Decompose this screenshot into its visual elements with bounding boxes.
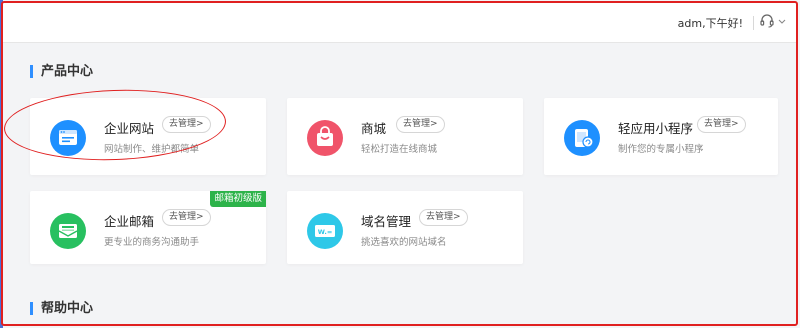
product-desc: 制作您的专属小程序: [618, 144, 704, 155]
product-card-mail[interactable]: 邮箱初级版 企业邮箱 去管理> 更专业的商务沟通助手: [30, 191, 266, 264]
manage-button[interactable]: 去管理>: [419, 209, 468, 226]
mini-program-icon: [564, 120, 600, 156]
product-desc: 网站制作、维护都简单: [104, 144, 200, 155]
manage-button[interactable]: 去管理>: [162, 116, 211, 133]
product-card-mini-program[interactable]: 轻应用小程序 去管理> 制作您的专属小程序: [544, 98, 778, 175]
section-title-products: 产品中心: [30, 65, 93, 78]
product-desc: 轻松打造在线商城: [361, 144, 438, 155]
chevron-down-icon[interactable]: [777, 13, 787, 29]
headset-icon[interactable]: [759, 13, 775, 29]
edition-badge: 邮箱初级版: [210, 191, 266, 207]
product-name: 域名管理: [361, 214, 412, 229]
top-bar: adm,下午好!: [3, 3, 797, 43]
product-desc: 挑选喜欢的网站域名: [361, 237, 447, 248]
manage-button[interactable]: 去管理>: [697, 116, 746, 133]
shopping-bag-icon: [307, 120, 343, 156]
product-name: 商城: [361, 121, 387, 136]
svg-text:W.=: W.=: [318, 228, 333, 236]
product-desc: 更专业的商务沟通助手: [104, 237, 200, 248]
product-card-mall[interactable]: 商城 去管理> 轻松打造在线商城: [287, 98, 523, 175]
website-icon: [50, 120, 86, 156]
product-name: 轻应用小程序: [618, 121, 694, 136]
divider: [753, 16, 754, 30]
product-name: 企业邮箱: [104, 214, 155, 229]
product-card-website[interactable]: 企业网站 去管理> 网站制作、维护都简单: [30, 98, 266, 175]
domain-icon: W.=: [307, 213, 343, 249]
product-name: 企业网站: [104, 121, 155, 136]
product-card-domain[interactable]: W.= 域名管理 去管理> 挑选喜欢的网站域名: [287, 191, 523, 264]
user-greeting[interactable]: adm,下午好!: [678, 15, 743, 31]
mail-icon: [50, 213, 86, 249]
section-title-help: 帮助中心: [30, 302, 93, 315]
manage-button[interactable]: 去管理>: [396, 116, 445, 133]
manage-button[interactable]: 去管理>: [162, 209, 211, 226]
left-edge-accent: [0, 0, 3, 328]
